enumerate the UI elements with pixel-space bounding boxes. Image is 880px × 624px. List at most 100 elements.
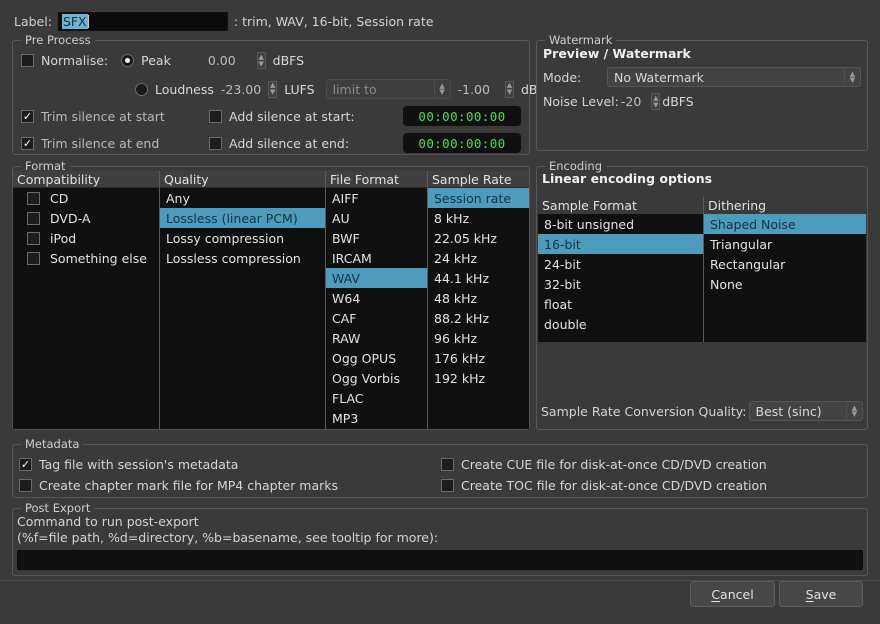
sample-rate-item-44k[interactable]: 44.1 kHz (428, 268, 529, 288)
loudness-spinner-arrows[interactable]: ▲ ▼ (268, 80, 278, 98)
metadata-row-tag-file[interactable]: Tag file with session's metadata (19, 457, 238, 472)
chapter-mark-checkbox[interactable] (19, 479, 32, 492)
dithering-item-none[interactable]: None (704, 274, 866, 294)
watermark-noise-value[interactable]: -20 (621, 94, 641, 109)
peak-spinner-arrows[interactable]: ▲ ▼ (256, 52, 266, 69)
metadata-group: Metadata Tag file with session's metadat… (12, 437, 868, 498)
sample-format-item-double[interactable]: double (538, 314, 703, 334)
file-format-item-ogg-opus[interactable]: Ogg OPUS (326, 348, 427, 368)
watermark-noise-label: Noise Level: (543, 94, 619, 109)
add-silence-start-checkbox[interactable] (209, 110, 222, 123)
peak-radio[interactable] (121, 54, 135, 67)
toc-file-checkbox[interactable] (441, 479, 454, 492)
normalise-checkbox[interactable] (21, 54, 34, 67)
format-group: Format Compatibility CD DVD-A iPod Somet… (12, 159, 530, 430)
peak-unit: dBFS (272, 53, 305, 68)
quality-item-lossless-pcm[interactable]: Lossless (linear PCM) (160, 208, 325, 228)
quality-item-lossless-compression[interactable]: Lossless compression (160, 248, 325, 268)
sample-rate-item-48k[interactable]: 48 kHz (428, 288, 529, 308)
trim-start-row[interactable]: Trim silence at start (21, 109, 165, 124)
sample-format-item-24bit[interactable]: 24-bit (538, 254, 703, 274)
dithering-header: Dithering (704, 197, 866, 214)
file-format-item-wav[interactable]: WAV (326, 268, 427, 288)
cancel-label-rest: ancel (720, 586, 754, 602)
compatibility-dvda-checkbox[interactable] (27, 211, 40, 225)
trim-silence-end-checkbox[interactable] (21, 137, 34, 150)
quality-item-lossy[interactable]: Lossy compression (160, 228, 325, 248)
file-format-item-au[interactable]: AU (326, 208, 427, 228)
cue-file-checkbox[interactable] (441, 458, 454, 471)
file-format-item-ogg-vorbis[interactable]: Ogg Vorbis (326, 368, 427, 388)
sample-format-item-32bit[interactable]: 32-bit (538, 274, 703, 294)
dithering-item-rectangular[interactable]: Rectangular (704, 254, 866, 274)
dithering-list[interactable]: Shaped Noise Triangular Rectangular None (704, 214, 866, 342)
add-silence-end-checkbox[interactable] (209, 137, 222, 150)
post-export-command-input[interactable] (17, 550, 863, 570)
sample-rate-item-176k[interactable]: 176 kHz (428, 348, 529, 368)
file-format-item-mp3[interactable]: MP3 (326, 408, 427, 428)
post-export-group: Post Export Command to run post-export (… (12, 501, 868, 576)
sample-format-list[interactable]: 8-bit unsigned 16-bit 24-bit 32-bit floa… (538, 214, 703, 342)
compatibility-ipod-checkbox[interactable] (27, 231, 40, 245)
compatibility-cd-checkbox[interactable] (27, 191, 40, 205)
file-format-item-flac[interactable]: FLAC (326, 388, 427, 408)
add-silence-end-timecode[interactable]: 00:00:00:00 (403, 133, 521, 153)
add-end-row[interactable]: Add silence at end: (209, 136, 349, 151)
watermark-noise-spinner-arrows[interactable]: ▲ ▼ (651, 93, 661, 110)
compatibility-other-checkbox[interactable] (27, 251, 40, 265)
metadata-row-chapter-mark[interactable]: Create chapter mark file for MP4 chapter… (19, 478, 338, 493)
sample-rate-item-8k[interactable]: 8 kHz (428, 208, 529, 228)
sample-rate-item-88k[interactable]: 88.2 kHz (428, 308, 529, 328)
add-start-row[interactable]: Add silence at start: (209, 109, 355, 124)
text-caret (87, 15, 89, 28)
file-format-item-aiff[interactable]: AIFF (326, 188, 427, 208)
limit-to-combo[interactable]: limit to ▲ ▼ (325, 79, 451, 99)
loudness-value[interactable]: -23.00 (221, 82, 261, 97)
cancel-button[interactable]: Cancel (690, 581, 775, 607)
sample-rate-item-192k[interactable]: 192 kHz (428, 368, 529, 388)
encoding-group: Encoding Linear encoding options Sample … (536, 159, 868, 430)
compatibility-item-other[interactable]: Something else (13, 248, 159, 268)
compatibility-list[interactable]: CD DVD-A iPod Something else (13, 188, 159, 429)
cue-file-label: Create CUE file for disk-at-once CD/DVD … (461, 457, 767, 472)
trim-silence-start-checkbox[interactable] (21, 110, 34, 123)
label-input[interactable]: SFX (57, 12, 228, 31)
sample-format-item-8bit[interactable]: 8-bit unsigned (538, 214, 703, 234)
src-quality-combo[interactable]: Best (sinc) ▲ ▼ (748, 401, 863, 421)
pre-process-group: Pre Process Normalise: Peak 0.00 ▲ ▼ dBFS… (12, 33, 553, 155)
file-format-item-raw[interactable]: RAW (326, 328, 427, 348)
add-silence-start-timecode[interactable]: 00:00:00:00 (403, 106, 521, 126)
dithering-item-shaped-noise[interactable]: Shaped Noise (704, 214, 866, 234)
file-format-item-caf[interactable]: CAF (326, 308, 427, 328)
save-button[interactable]: Save (779, 581, 863, 607)
sample-rate-list[interactable]: Session rate 8 kHz 22.05 kHz 24 kHz 44.1… (428, 188, 529, 429)
file-format-item-bwf[interactable]: BWF (326, 228, 427, 248)
sample-rate-item-session[interactable]: Session rate (428, 188, 529, 208)
metadata-row-cue-file[interactable]: Create CUE file for disk-at-once CD/DVD … (441, 457, 767, 472)
quality-list[interactable]: Any Lossless (linear PCM) Lossy compress… (160, 188, 325, 429)
quality-header: Quality (160, 171, 325, 188)
compatibility-item-dvda[interactable]: DVD-A (13, 208, 159, 228)
quality-item-any[interactable]: Any (160, 188, 325, 208)
tag-file-checkbox[interactable] (19, 458, 32, 471)
file-format-list[interactable]: AIFF AU BWF IRCAM WAV W64 CAF RAW Ogg OP… (326, 188, 427, 429)
sample-format-item-16bit[interactable]: 16-bit (538, 234, 703, 254)
sample-format-item-float[interactable]: float (538, 294, 703, 314)
sample-rate-item-22k[interactable]: 22.05 kHz (428, 228, 529, 248)
file-format-item-ircam[interactable]: IRCAM (326, 248, 427, 268)
trim-end-row[interactable]: Trim silence at end (21, 136, 159, 151)
save-label-rest: ave (813, 586, 837, 602)
compatibility-item-ipod[interactable]: iPod (13, 228, 159, 248)
loudness-radio[interactable] (135, 82, 148, 96)
sample-rate-item-96k[interactable]: 96 kHz (428, 328, 529, 348)
dithering-item-triangular[interactable]: Triangular (704, 234, 866, 254)
compatibility-item-cd[interactable]: CD (13, 188, 159, 208)
limit-value[interactable]: -1.00 (458, 82, 490, 97)
metadata-title: Metadata (21, 437, 84, 451)
limit-spinner-arrows[interactable]: ▲ ▼ (504, 80, 514, 98)
metadata-row-toc-file[interactable]: Create TOC file for disk-at-once CD/DVD … (441, 478, 767, 493)
file-format-item-w64[interactable]: W64 (326, 288, 427, 308)
watermark-mode-combo[interactable]: No Watermark ▲ ▼ (607, 67, 861, 87)
sample-rate-item-24k[interactable]: 24 kHz (428, 248, 529, 268)
peak-value[interactable]: 0.00 (208, 53, 236, 68)
